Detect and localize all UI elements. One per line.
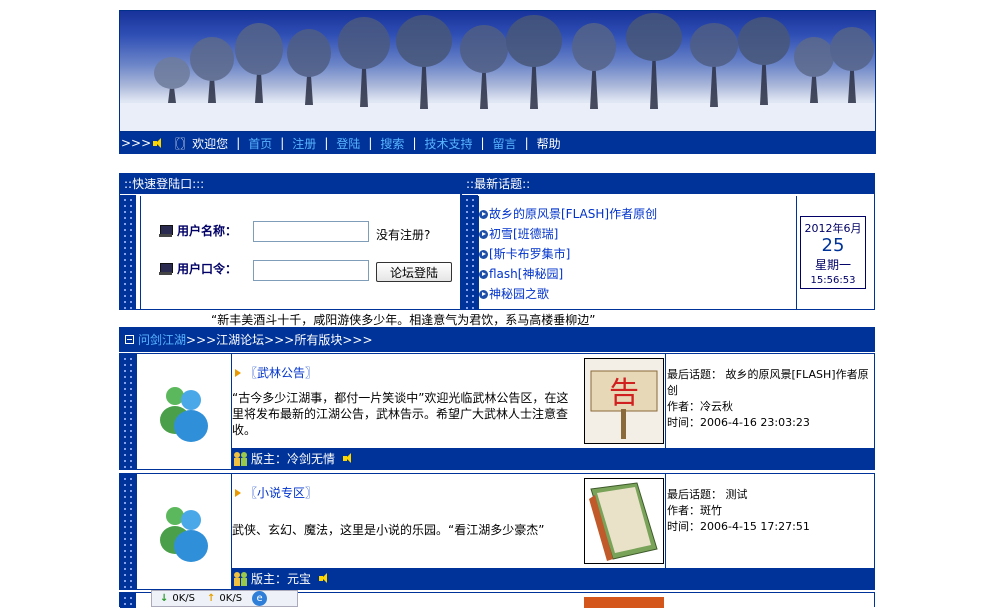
dotted-side-bar [462,195,478,309]
latest-topics-list: 故乡的原风景[FLASH]作者原创 初雪[班德瑞] [斯卡布罗集市] flash… [478,196,796,309]
forum-thumbnail [584,478,664,564]
last-post-cell: 最后话题： 故乡的原风景[FLASH]作者原创 作者：冷云秋 时间：2006-4… [665,354,874,448]
password-input[interactable] [253,260,369,281]
forum-title[interactable]: 〖小说专区〗 [235,484,317,501]
users-icon [160,387,208,442]
arrow-icon [479,229,488,239]
network-speed-widget: ↓ 0K/S ↑ 0K/S e [151,590,298,607]
forum-row: 〖小说专区〗 武侠、玄幻、魔法，这里是小说的乐园。“看江湖多少豪杰” 最后话题：… [119,473,875,590]
speaker-icon [153,137,164,149]
nav-home-link[interactable]: 首页 [248,135,272,152]
forum-avatar-cell [136,354,232,469]
quote-line: “新丰美酒斗十千，咸阳游侠多少年。相逢意气为君饮，系马高楼垂柳边” [211,313,596,327]
nav-arrows: >>> [121,136,152,150]
topic-link[interactable]: [斯卡布罗集市] [479,244,796,264]
dotted-side-bar [120,593,136,608]
quick-login-header: ::快速登陆口::: [120,174,460,194]
forum-description-cell: 〖武林公告〗 “古今多少江湖事，都付一片笑谈中”欢迎光临武林公告区，在这里将发布… [232,354,582,448]
arrow-icon [479,209,488,219]
calendar-widget: 2012年6月 25 星期一 15:56:53 [800,216,866,289]
forum-title[interactable]: 〖武林公告〗 [235,364,317,381]
download-arrow-icon: ↓ [160,593,169,604]
latest-topics-header: ::最新话题:: [462,174,874,194]
last-time: 2006-4-16 23:03:23 [700,416,810,429]
calendar-year-month: 2012年6月 [804,222,862,235]
welcome-text: 〖〗欢迎您 [168,136,229,151]
nav-register-link[interactable]: 注册 [292,135,316,152]
topic-link[interactable]: 神秘园之歌 [479,284,796,304]
dotted-side-bar [120,354,136,469]
arrow-icon [479,289,488,299]
last-time: 2006-4-15 17:27:51 [700,520,810,533]
forum-description-cell: 〖小说专区〗 武侠、玄幻、魔法，这里是小说的乐园。“看江湖多少豪杰” [232,474,582,568]
breadcrumb: 问剑江湖 >>>江湖论坛>>>所有版块>>> [119,327,875,352]
forum-description: “古今多少江湖事，都付一片笑谈中”欢迎光临武林公告区，在这里将发布最新的江湖公告… [232,391,569,437]
last-author[interactable]: 斑竹 [700,504,722,517]
breadcrumb-home-link[interactable]: 问剑江湖 [138,331,186,348]
speaker-icon [343,453,354,464]
top-nav: >>> 〖〗欢迎您 | 首页 | 注册 | 登陆 | 搜索 | 技术支持 | 留… [119,132,876,154]
last-topic-link[interactable]: 测试 [726,488,748,501]
download-speed: 0K/S [172,593,196,604]
username-input[interactable] [253,221,369,242]
header-area: >>> 〖〗欢迎您 | 首页 | 注册 | 登陆 | 搜索 | 技术支持 | 留… [119,10,876,154]
calendar-day: 25 [821,235,845,256]
books-icon [589,482,658,561]
moderator-icon [234,571,248,586]
moderator-name[interactable]: 元宝 [287,570,311,587]
quick-login-panel: ::快速登陆口::: 用户名称： 没有注册? 用户口令： 论坛登陆 [119,173,461,310]
speaker-icon [319,573,330,584]
upload-speed: 0K/S [219,593,243,604]
forum-avatar-cell [136,474,232,589]
quick-login-body: 用户名称： 没有注册? 用户口令： 论坛登陆 [140,196,460,309]
computer-icon [159,224,173,237]
nav-message-link[interactable]: 留言 [493,135,517,152]
banner-image [119,10,876,132]
forum-description: 武侠、玄幻、魔法，这里是小说的乐园。“看江湖多少豪杰” [232,523,545,537]
latest-topics-panel: ::最新话题:: 故乡的原风景[FLASH]作者原创 初雪[班德瑞] [斯卡布罗… [461,173,875,310]
topic-link[interactable]: 初雪[班德瑞] [479,224,796,244]
forum-thumbnail: 告 [584,358,664,444]
nav-help-link[interactable]: 帮助 [537,135,561,152]
moderator-name[interactable]: 冷剑无情 [287,450,335,467]
nav-login-link[interactable]: 登陆 [336,135,360,152]
dotted-side-bar [120,195,136,309]
moderator-bar: 版主： 元宝 [232,568,874,589]
dotted-side-bar [120,474,136,589]
register-hint[interactable]: 没有注册? [376,226,430,243]
forum-thumbnail [584,597,664,608]
forum-row: 〖武林公告〗 “古今多少江湖事，都付一片笑谈中”欢迎光临武林公告区，在这里将发布… [119,353,875,470]
moderator-icon [234,451,248,466]
computer-icon [159,262,173,275]
password-row: 用户口令： [159,260,237,277]
username-label: 用户名称： [177,224,238,238]
topic-link[interactable]: flash[神秘园] [479,264,796,284]
svg-text:告: 告 [609,376,639,411]
login-submit-button[interactable]: 论坛登陆 [376,262,452,282]
browser-icon[interactable]: e [252,591,268,606]
breadcrumb-rest: >>>江湖论坛>>>所有版块>>> [186,333,373,347]
password-label: 用户口令： [177,262,238,276]
triangle-icon [235,368,241,377]
arrow-icon [479,249,488,259]
calendar-weekday: 星期一 [814,258,851,272]
calendar-cell: 2012年6月 25 星期一 15:56:53 [796,196,874,309]
collapse-icon[interactable] [125,335,134,344]
notice-board-icon: 告 [590,370,658,439]
arrow-icon [479,269,488,279]
users-icon [160,507,208,562]
upload-arrow-icon: ↑ [207,593,216,604]
nav-support-link[interactable]: 技术支持 [424,135,472,152]
last-author[interactable]: 冷云秋 [700,400,733,413]
nav-search-link[interactable]: 搜索 [380,135,404,152]
username-row: 用户名称： [159,222,237,239]
moderator-bar: 版主： 冷剑无情 [232,448,874,469]
last-post-cell: 最后话题： 测试 作者：斑竹 时间：2006-4-15 17:27:51 [665,474,874,568]
calendar-time: 15:56:53 [810,275,856,286]
topic-link[interactable]: 故乡的原风景[FLASH]作者原创 [479,204,796,224]
winter-trees-illustration [120,13,875,131]
triangle-icon [235,488,241,497]
